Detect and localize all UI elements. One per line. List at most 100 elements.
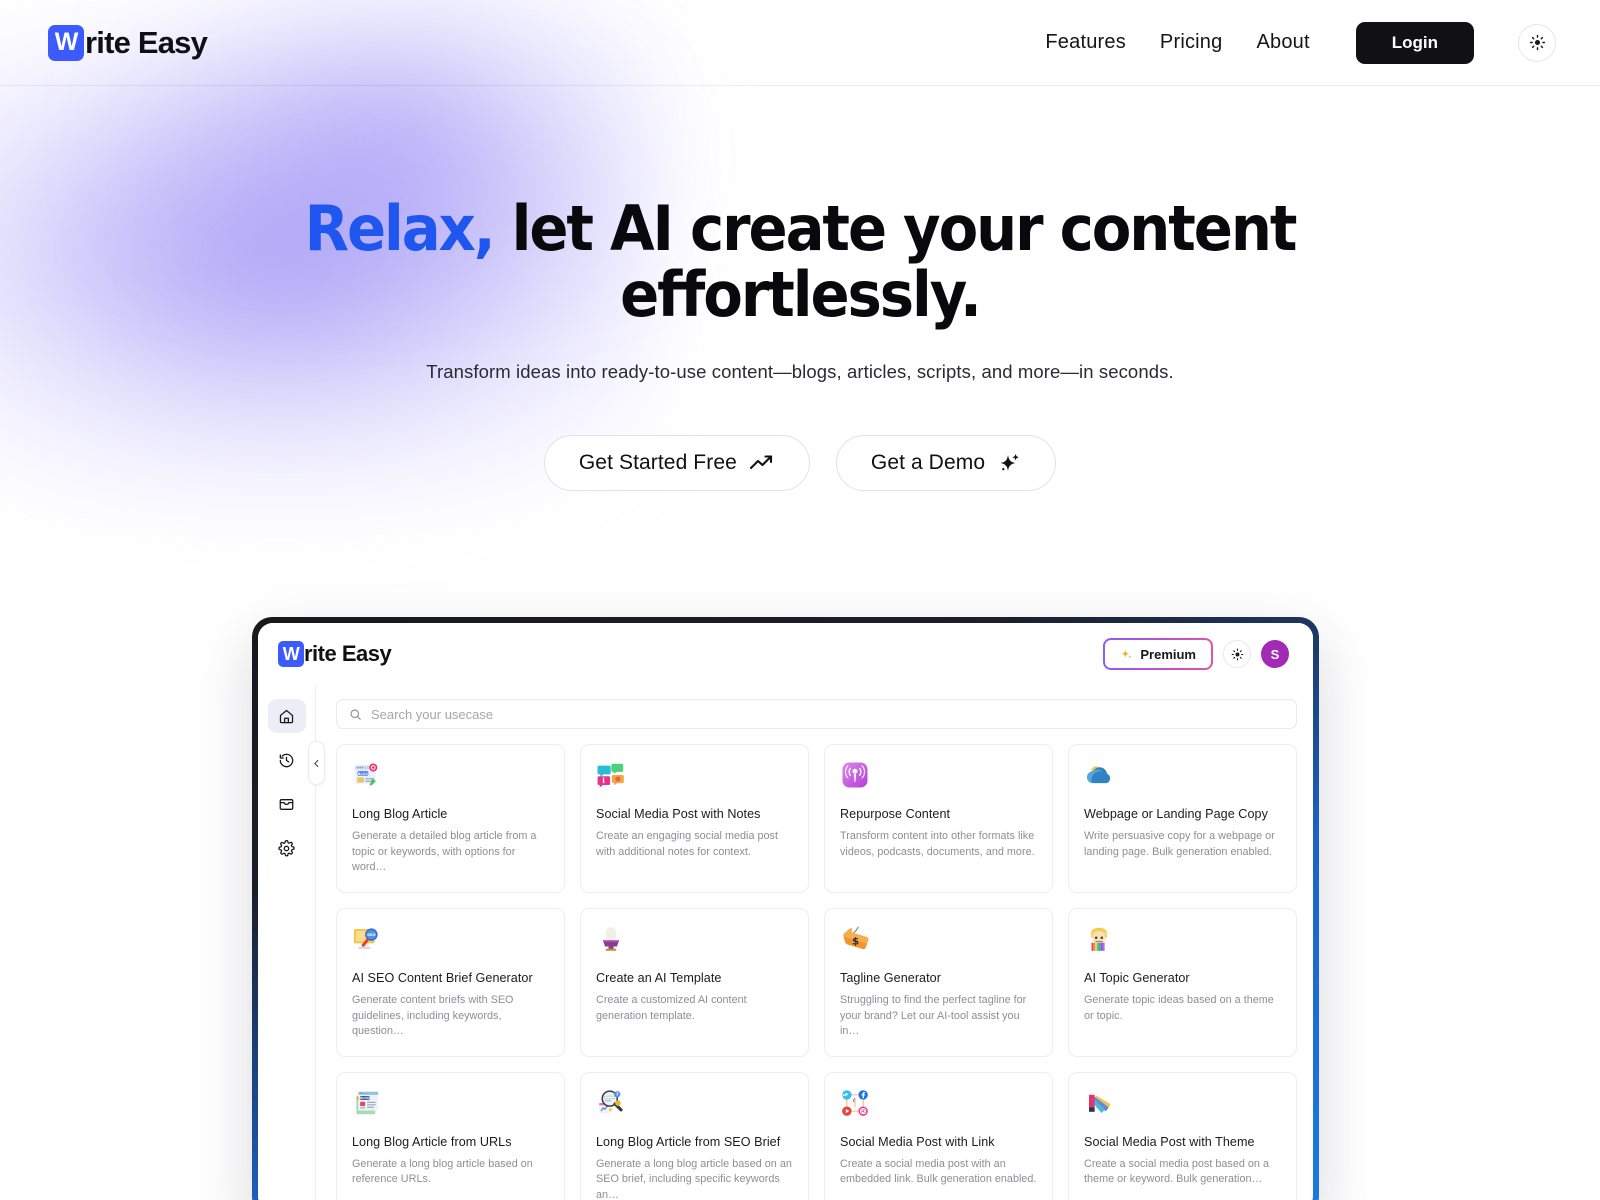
blog-page-icon: BLOG <box>356 1091 379 1115</box>
top-navigation-bar: W rite Easy Features Pricing About Login <box>0 0 1600 86</box>
usecase-card-title: Social Media Post with Notes <box>596 807 761 821</box>
sun-icon <box>1529 34 1545 51</box>
nav-link-about[interactable]: About <box>1256 31 1309 54</box>
usecase-card-desc: Transform content into other formats lik… <box>840 830 1035 858</box>
usecase-card-title: Long Blog Article from URLs <box>352 1134 512 1149</box>
nav-link-pricing[interactable]: Pricing <box>1160 31 1223 54</box>
premium-label: Premium <box>1140 646 1196 662</box>
get-started-free-button[interactable]: Get Started Free <box>543 435 810 492</box>
usecase-card-title: AI SEO Content Brief Generator <box>352 970 533 985</box>
usecase-card[interactable]: Repurpose Content Transform content into… <box>824 744 1053 893</box>
app-preview-mockup: W rite Easy Premium S Search your usecas… <box>252 617 1319 1200</box>
app-logo[interactable]: W rite Easy <box>278 641 392 667</box>
hero-section: Relax, let AI create your content effort… <box>0 86 1600 492</box>
gear-icon <box>278 839 295 856</box>
app-body: BLOG Long Blog Article Generate a detail… <box>258 685 1313 1200</box>
nav-link-features[interactable]: Features <box>1045 31 1126 54</box>
hero-cta-group: Get Started Free Get a Demo <box>0 435 1600 492</box>
hero-subtitle: Transform ideas into ready-to-use conten… <box>426 361 1174 383</box>
svg-text:BLOG: BLOG <box>358 772 368 776</box>
hero-title-rest: let AI create your content effortlessly. <box>493 192 1298 331</box>
color-swatch-icon <box>1089 1092 1111 1113</box>
get-started-free-label: Get Started Free <box>578 451 737 475</box>
get-a-demo-button[interactable]: Get a Demo <box>835 435 1057 492</box>
app-logo-badge-icon: W <box>278 641 304 667</box>
sparkle-icon <box>1000 454 1019 472</box>
blog-window-icon: BLOG <box>355 763 378 786</box>
usecase-card-desc: Generate topic ideas based on a theme or… <box>1084 993 1274 1022</box>
podcast-icon <box>842 762 868 788</box>
app-header: W rite Easy Premium S <box>258 623 1313 685</box>
sidebar-item-history[interactable] <box>268 743 306 777</box>
sidebar-collapse-button[interactable] <box>308 741 325 785</box>
usecase-card-title: Tagline Generator <box>840 970 941 985</box>
svg-text:SEO: SEO <box>367 933 375 937</box>
sidebar-item-home[interactable] <box>267 699 306 733</box>
usecase-card-desc: Generate a long blog article based on re… <box>352 1157 533 1186</box>
avatar[interactable]: S <box>1261 640 1289 668</box>
home-icon <box>279 709 294 723</box>
usecase-card-desc: Create a social media post based on a th… <box>1084 1157 1269 1186</box>
usecase-card-desc: Create an engaging social media post wit… <box>596 830 778 858</box>
usecase-card[interactable]: ? Long Blog Article from SEO Brief Gener… <box>580 1071 809 1200</box>
search-icon <box>350 708 361 720</box>
usecase-card-title: AI Topic Generator <box>1084 970 1190 985</box>
usecase-card-title: Long Blog Article <box>352 807 448 821</box>
hero-title-accent: Relax, <box>304 192 496 265</box>
usecase-card[interactable]: SEO AI SEO Content Brief Generator Gener… <box>336 907 565 1057</box>
usecase-card-desc: Generate a detailed blog article from a … <box>352 830 537 874</box>
usecase-card[interactable]: AI Topic Generator Generate topic ideas … <box>1068 907 1297 1057</box>
svg-text:BLOG: BLOG <box>360 1096 370 1100</box>
search-bar[interactable] <box>336 699 1297 729</box>
usecase-card-desc: Create a social media post with an embed… <box>840 1157 1037 1186</box>
premium-button-inner: Premium <box>1105 640 1211 668</box>
premium-button[interactable]: Premium <box>1103 638 1213 670</box>
logo-badge-icon: W <box>48 24 84 61</box>
usecase-card-desc: Generate content briefs with SEO guideli… <box>352 993 514 1038</box>
person-idea-icon <box>1090 927 1108 951</box>
usecase-card[interactable]: Social Media Post with Theme Create a so… <box>1068 1071 1297 1200</box>
sidebar-item-settings[interactable] <box>268 831 306 865</box>
logo-text: rite Easy <box>85 24 208 60</box>
usecase-card[interactable]: Create an AI Template Create a customize… <box>580 907 809 1057</box>
usecase-card-title: Social Media Post with Link <box>840 1134 995 1149</box>
sidebar-item-inbox[interactable] <box>268 787 306 821</box>
svg-text:$: $ <box>852 937 859 948</box>
usecase-card[interactable]: Social Media Post with Link Create a soc… <box>824 1071 1053 1200</box>
theme-toggle-button[interactable] <box>1518 23 1556 62</box>
inbox-icon <box>279 798 294 810</box>
usecase-card-title: Social Media Post with Theme <box>1084 1134 1255 1149</box>
app-theme-toggle-button[interactable] <box>1223 640 1251 668</box>
chevron-left-icon <box>314 759 319 767</box>
mockup-frame: W rite Easy Premium S Search your usecas… <box>252 617 1319 1200</box>
cloud-sun-icon <box>1087 766 1111 784</box>
usecase-card-desc: Write persuasive copy for a webpage or l… <box>1084 830 1275 858</box>
seo-monitor-icon: SEO <box>353 928 378 949</box>
usecase-card[interactable]: BLOG Long Blog Article from URLs Generat… <box>336 1071 565 1200</box>
page-title: Relax, let AI create your content effort… <box>279 196 1321 327</box>
usecase-card[interactable]: Social Media Post with Notes Create an e… <box>580 744 809 893</box>
usecase-card[interactable]: Webpage or Landing Page Copy Write persu… <box>1068 744 1297 893</box>
search-input[interactable] <box>371 706 1284 722</box>
mockup-screen: W rite Easy Premium S Search your usecas… <box>258 623 1313 1200</box>
history-icon <box>279 753 294 767</box>
login-button[interactable]: Login <box>1355 21 1474 64</box>
usecase-card-title: Webpage or Landing Page Copy <box>1084 807 1268 821</box>
social-network-icon <box>842 1090 868 1116</box>
magnifier-chart-icon: ? <box>599 1090 623 1114</box>
sun-icon <box>1231 648 1243 660</box>
site-logo[interactable]: W rite Easy <box>48 24 208 61</box>
usecase-card-desc: Create a customized AI content generatio… <box>596 993 747 1022</box>
chat-bubbles-icon <box>597 763 624 788</box>
get-a-demo-label: Get a Demo <box>870 451 986 475</box>
usecase-card-desc: Struggling to find the perfect tagline f… <box>840 993 1027 1038</box>
usecase-card[interactable]: BLOG Long Blog Article Generate a detail… <box>336 744 565 893</box>
usecase-card-title: Create an AI Template <box>596 970 722 985</box>
app-main-content: BLOG Long Blog Article Generate a detail… <box>316 685 1313 1200</box>
egg-cup-icon <box>602 927 620 951</box>
usecase-card[interactable]: $ Tagline Generator Struggling to find t… <box>824 907 1053 1057</box>
usecase-card-grid: BLOG Long Blog Article Generate a detail… <box>336 744 1297 1200</box>
sparkles-icon <box>1121 649 1132 658</box>
trending-up-icon <box>749 455 772 470</box>
app-logo-text: rite Easy <box>304 641 392 666</box>
